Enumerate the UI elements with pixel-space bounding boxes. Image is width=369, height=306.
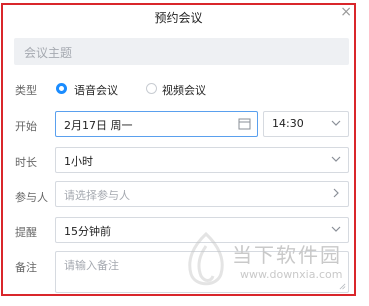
type-label: 类型 bbox=[15, 84, 37, 97]
chevron-right-icon bbox=[333, 188, 339, 198]
chevron-down-icon bbox=[331, 120, 341, 126]
watermark-title: 当下软件园 bbox=[232, 243, 342, 267]
chevron-down-icon bbox=[331, 226, 341, 232]
calendar-icon bbox=[238, 118, 251, 130]
reminder-label: 提醒 bbox=[15, 226, 37, 239]
dialog-title: 预约会议 bbox=[154, 11, 203, 25]
radio-voice-label: 语音会议 bbox=[74, 84, 118, 97]
watermark-logo-icon bbox=[188, 232, 224, 286]
resize-handle-icon bbox=[339, 283, 346, 290]
meeting-subject-input[interactable]: 会议主题 bbox=[14, 38, 349, 65]
duration-select[interactable]: 1小时 bbox=[55, 147, 349, 173]
radio-unselected-icon bbox=[146, 83, 157, 94]
participants-label: 参与人 bbox=[15, 191, 48, 204]
participants-picker[interactable]: 请选择参与人 bbox=[55, 181, 349, 207]
participants-placeholder: 请选择参与人 bbox=[64, 189, 130, 202]
duration-label: 时长 bbox=[15, 156, 37, 169]
radio-video-label: 视频会议 bbox=[162, 84, 206, 97]
start-date-value: 2月17日 周一 bbox=[64, 119, 133, 132]
start-date-field[interactable]: 2月17日 周一 bbox=[55, 111, 258, 137]
close-icon[interactable]: × bbox=[340, 5, 352, 19]
start-time-select[interactable]: 14:30 bbox=[263, 111, 349, 137]
reminder-value: 15分钟前 bbox=[64, 225, 111, 238]
duration-value: 1小时 bbox=[64, 155, 93, 168]
radio-selected-icon bbox=[56, 83, 67, 94]
notes-label: 备注 bbox=[15, 261, 37, 274]
chevron-down-icon bbox=[331, 156, 341, 162]
start-time-value: 14:30 bbox=[272, 117, 304, 130]
notes-placeholder: 请输入备注 bbox=[64, 259, 119, 272]
watermark-url: www.downxia.com bbox=[240, 268, 343, 281]
start-label: 开始 bbox=[15, 120, 37, 133]
